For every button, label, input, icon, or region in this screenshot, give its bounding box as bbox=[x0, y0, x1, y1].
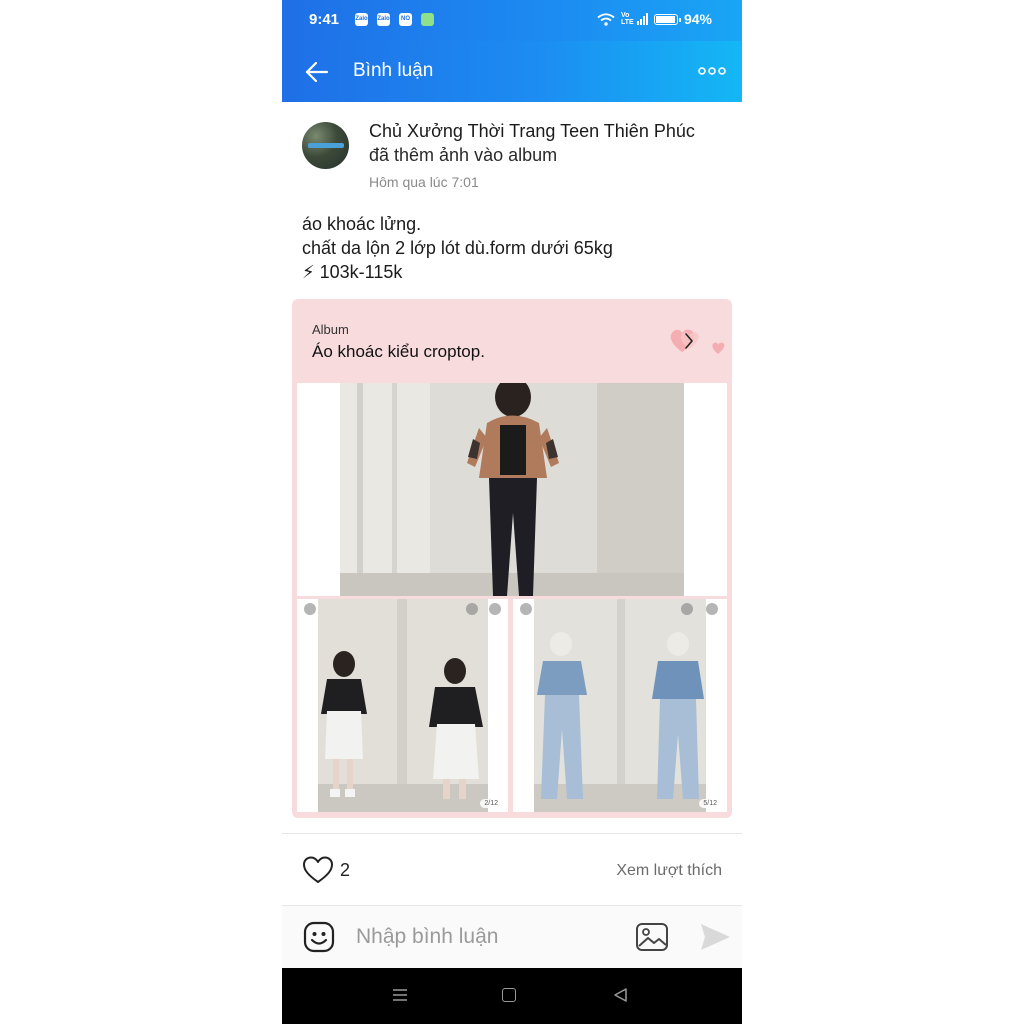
status-right: Vo LTE 94% bbox=[597, 11, 712, 27]
album-card[interactable]: Album Áo khoác kiểu croptop. 2/12 5/12 bbox=[292, 299, 732, 818]
album-kicker: Album bbox=[312, 322, 349, 337]
caption-line: chất da lộn 2 lớp lót dù.form dưới 65kg bbox=[302, 238, 613, 258]
sticker-icon[interactable] bbox=[302, 920, 336, 954]
cart-icon bbox=[466, 603, 478, 615]
home-icon[interactable] bbox=[502, 988, 516, 1002]
photo-counter: 2/12 bbox=[480, 799, 502, 808]
app-bar: Bình luận bbox=[282, 41, 742, 102]
comment-input[interactable] bbox=[356, 920, 606, 954]
photo-more-icon bbox=[706, 603, 718, 615]
photo-jacket-denim bbox=[513, 599, 727, 812]
battery-icon bbox=[653, 13, 681, 25]
notification-icon-1: Zalo bbox=[355, 13, 368, 26]
notification-icon-3: NO bbox=[399, 13, 412, 26]
cart-icon bbox=[681, 603, 693, 615]
system-nav-bar bbox=[282, 968, 742, 1024]
photo-back-icon bbox=[520, 603, 532, 615]
caption-line: áo khoác lửng. bbox=[302, 214, 422, 234]
send-icon[interactable] bbox=[698, 921, 732, 953]
wifi-icon bbox=[597, 12, 615, 26]
heart-icon[interactable] bbox=[302, 855, 334, 885]
author-name[interactable]: Chủ Xưởng Thời Trang Teen Thiên Phúc bbox=[369, 121, 695, 142]
album-title: Áo khoác kiểu croptop. bbox=[312, 342, 485, 361]
album-photo-3[interactable]: 5/12 bbox=[513, 599, 727, 812]
status-time: 9:41 bbox=[309, 11, 340, 28]
signal-icon bbox=[636, 13, 648, 25]
status-bar: 9:41 Zalo Zalo NO Vo LTE 94% bbox=[282, 0, 742, 41]
network-label: Vo LTE bbox=[620, 12, 634, 26]
view-likes-link[interactable]: Xem lượt thích bbox=[616, 862, 722, 880]
photo-counter: 5/12 bbox=[699, 799, 721, 808]
post-caption: áo khoác lửng. chất da lộn 2 lớp lót dù.… bbox=[302, 212, 613, 284]
notification-icon-2: Zalo bbox=[377, 13, 390, 26]
like-count: 2 bbox=[340, 860, 351, 880]
post-time: Hôm qua lúc 7:01 bbox=[369, 174, 479, 190]
avatar[interactable] bbox=[302, 122, 349, 169]
photo-back-icon bbox=[304, 603, 316, 615]
comment-bar bbox=[282, 906, 742, 968]
photo-more-icon bbox=[489, 603, 501, 615]
recent-apps-icon[interactable] bbox=[392, 988, 408, 1002]
image-icon[interactable] bbox=[635, 921, 669, 953]
arrow-left-icon[interactable] bbox=[304, 59, 330, 85]
page-title: Bình luận bbox=[353, 60, 434, 81]
photo-jacket-black bbox=[297, 599, 508, 812]
phone-screen: 9:41 Zalo Zalo NO Vo LTE 94% Bình luận C… bbox=[282, 0, 742, 1024]
nav-back-icon[interactable] bbox=[612, 987, 628, 1003]
caption-line: ⚡ 103k-115k bbox=[302, 262, 403, 282]
photo-jacket-brown bbox=[297, 383, 727, 596]
battery-level: 94% bbox=[683, 11, 712, 27]
album-photo-2[interactable]: 2/12 bbox=[297, 599, 508, 812]
album-photo-main[interactable] bbox=[297, 383, 727, 596]
wallet-icon bbox=[421, 13, 434, 26]
hearts-chevron-right-icon[interactable] bbox=[666, 316, 732, 360]
more-dots-icon[interactable] bbox=[698, 63, 726, 79]
post-action: đã thêm ảnh vào album bbox=[369, 145, 558, 165]
divider bbox=[282, 833, 742, 834]
avatar-banner bbox=[308, 143, 344, 148]
